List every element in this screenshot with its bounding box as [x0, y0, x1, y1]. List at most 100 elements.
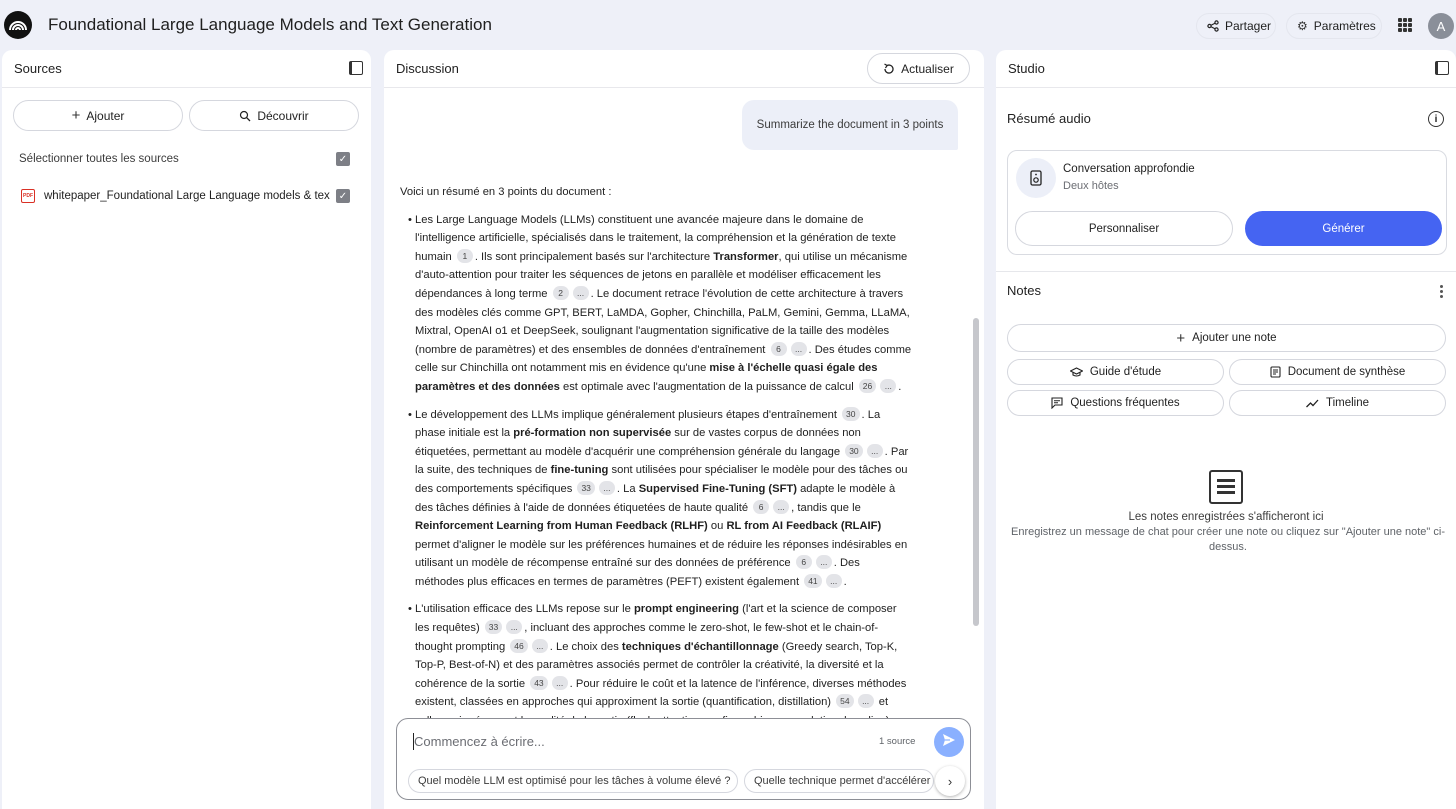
settings-button[interactable]: ⚙ Paramètres [1286, 13, 1382, 39]
citation-more-chip[interactable]: ... [598, 480, 615, 495]
share-button[interactable]: Partager [1196, 13, 1276, 39]
source-count-label: 1 source [879, 736, 916, 747]
chat-input[interactable]: Commencez à écrire... [414, 734, 545, 749]
gear-icon: ⚙ [1297, 19, 1308, 33]
sources-header: Sources [2, 50, 371, 88]
citation-chip[interactable]: 6 [795, 555, 812, 570]
add-note-button[interactable]: + Ajouter une note [1007, 324, 1446, 352]
refresh-button[interactable]: Actualiser [867, 53, 970, 84]
add-source-button[interactable]: + Ajouter [13, 100, 183, 131]
citation-more-chip[interactable]: ... [815, 555, 832, 570]
citation-more-chip[interactable]: ... [551, 675, 568, 690]
answer-point-2: Le développement des LLMs implique génér… [400, 406, 912, 592]
citation-chip[interactable]: 6 [753, 499, 770, 514]
add-note-label: Ajouter une note [1192, 332, 1277, 344]
sources-title: Sources [14, 61, 62, 76]
graduation-cap-icon [1069, 366, 1083, 378]
faq-label: Questions fréquentes [1070, 397, 1180, 409]
citation-more-chip[interactable]: ... [825, 573, 842, 588]
citation-chip[interactable]: 43 [530, 675, 548, 690]
generate-button[interactable]: Générer [1245, 211, 1442, 246]
discussion-title: Discussion [396, 61, 459, 76]
studio-header: Studio [996, 50, 1456, 88]
source-item-checkbox[interactable]: ✓ [336, 189, 350, 203]
notebook-title[interactable]: Foundational Large Language Models and T… [48, 15, 492, 35]
suggestion-chip[interactable]: Quel modèle LLM est optimisé pour les tâ… [408, 769, 738, 793]
citation-chip[interactable]: 30 [842, 406, 860, 421]
timeline-button[interactable]: Timeline [1229, 390, 1446, 416]
citation-more-chip[interactable]: ... [857, 694, 874, 709]
citation-more-chip[interactable]: ... [572, 285, 589, 300]
chat-bubble-icon [1051, 397, 1063, 409]
discover-button[interactable]: Découvrir [189, 100, 359, 131]
citation-chip[interactable]: 6 [770, 341, 787, 356]
refresh-label: Actualiser [901, 61, 954, 76]
citation-more-chip[interactable]: ... [866, 443, 883, 458]
briefing-doc-label: Document de synthèse [1287, 366, 1406, 378]
plus-icon: + [71, 107, 81, 124]
divider [996, 271, 1456, 272]
chat-composer: Commencez à écrire... 1 source Quel modè… [396, 718, 971, 800]
collapse-panel-icon[interactable] [1435, 61, 1449, 75]
citation-chip[interactable]: 30 [845, 443, 863, 458]
refresh-icon [883, 62, 895, 75]
citation-more-chip[interactable]: ... [790, 341, 807, 356]
briefing-doc-button[interactable]: Document de synthèse [1229, 359, 1446, 385]
citation-chip[interactable]: 33 [484, 620, 503, 635]
apps-grid-icon[interactable] [1398, 18, 1412, 32]
citation-chip[interactable]: 54 [836, 694, 854, 709]
source-item-label[interactable]: whitepaper_Foundational Large Language m… [44, 190, 330, 202]
answer-list: Les Large Language Models (LLMs) constit… [400, 211, 912, 731]
discussion-header: Discussion Actualiser [384, 50, 984, 88]
study-guide-button[interactable]: Guide d'étude [1007, 359, 1224, 385]
notes-empty-title: Les notes enregistrées s'afficheront ici [1128, 511, 1324, 523]
more-options-icon[interactable] [1440, 285, 1444, 298]
study-guide-label: Guide d'étude [1089, 366, 1162, 378]
citation-chip[interactable]: 41 [804, 573, 822, 588]
select-all-label: Sélectionner toutes les sources [19, 153, 179, 165]
answer-point-1: Les Large Language Models (LLMs) constit… [400, 211, 912, 397]
collapse-panel-icon[interactable] [349, 61, 363, 75]
answer-intro: Voici un résumé en 3 points du document … [400, 186, 612, 198]
document-icon [1270, 366, 1281, 378]
citation-chip[interactable]: 26 [858, 378, 877, 393]
add-source-label: Ajouter [86, 108, 125, 123]
citation-chip[interactable]: 33 [577, 480, 595, 495]
share-icon [1207, 20, 1219, 32]
send-icon [941, 732, 957, 753]
notes-empty-icon [1209, 470, 1243, 504]
notebook-logo-icon[interactable] [4, 11, 32, 39]
avatar[interactable]: A [1428, 13, 1454, 39]
send-button[interactable] [934, 727, 964, 757]
faq-button[interactable]: Questions fréquentes [1007, 390, 1224, 416]
audio-overview-card: Conversation approfondie Deux hôtes Pers… [1007, 150, 1447, 255]
notes-empty-text: Enregistrez un message de chat pour crée… [1010, 526, 1445, 553]
discussion-panel: Discussion Actualiser Summarize the docu… [384, 50, 984, 809]
citation-more-chip[interactable]: ... [773, 499, 790, 514]
notes-title: Notes [1007, 283, 1041, 298]
chat-scrollbar[interactable] [973, 318, 979, 626]
user-message: Summarize the document in 3 points [742, 100, 958, 150]
audio-format-sub: Deux hôtes [1063, 180, 1119, 192]
select-all-checkbox[interactable]: ✓ [336, 152, 350, 166]
audio-format-name: Conversation approfondie [1063, 163, 1195, 175]
assistant-answer: Voici un résumé en 3 points du document … [400, 183, 912, 740]
studio-panel: Studio Résumé audio i Conversation appro… [996, 50, 1456, 809]
plus-icon: + [1176, 329, 1186, 347]
pdf-icon: PDF [21, 189, 35, 203]
studio-title: Studio [1008, 61, 1045, 76]
citation-more-chip[interactable]: ... [506, 620, 523, 635]
customize-button[interactable]: Personnaliser [1015, 211, 1233, 246]
suggestion-chip[interactable]: Quelle technique permet d'accélérer [744, 769, 934, 793]
citation-chip[interactable]: 46 [510, 638, 528, 653]
citation-more-chip[interactable]: ... [531, 638, 548, 653]
chevron-right-icon[interactable]: › [935, 766, 965, 796]
citation-more-chip[interactable]: ... [880, 378, 897, 393]
trend-icon [1306, 399, 1319, 408]
citation-chip[interactable]: 1 [456, 248, 473, 263]
discover-label: Découvrir [257, 108, 309, 123]
citation-chip[interactable]: 2 [552, 285, 569, 300]
info-icon[interactable]: i [1428, 111, 1444, 127]
share-label: Partager [1225, 19, 1272, 33]
search-sparkle-icon [239, 110, 251, 122]
